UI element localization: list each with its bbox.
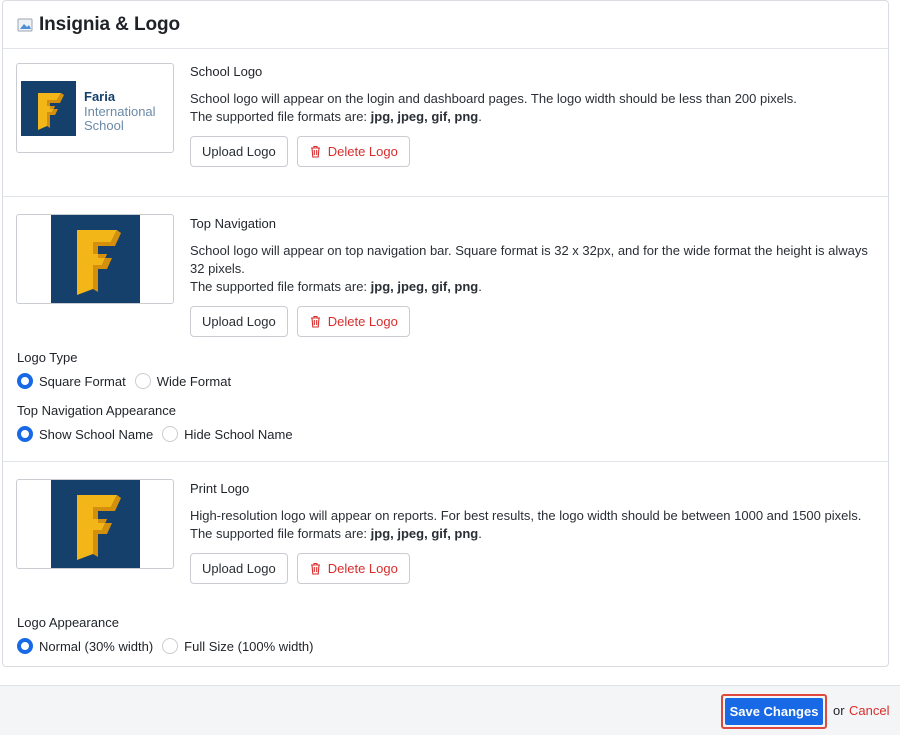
top-nav-appearance-group: Top Navigation Appearance Show School Na… <box>17 402 302 442</box>
top-nav-appearance-label: Top Navigation Appearance <box>17 403 177 418</box>
radio-wide-format[interactable]: Wide Format <box>134 373 231 389</box>
logo-text-line-2: International <box>84 104 156 119</box>
trash-icon <box>309 562 322 575</box>
upload-logo-button[interactable]: Upload Logo <box>190 136 288 167</box>
section-title: Print Logo <box>190 481 250 496</box>
section-description: High-resolution logo will appear on repo… <box>190 508 862 541</box>
save-changes-button[interactable]: Save Changes <box>725 698 823 725</box>
insignia-logo-panel: Insignia & Logo Faria International Scho… <box>2 0 889 667</box>
radio-button[interactable] <box>134 373 151 389</box>
school-logo-preview: Faria International School <box>16 63 174 153</box>
logo-type-group: Logo Type Square Format Wide Format <box>17 349 240 389</box>
upload-logo-button[interactable]: Upload Logo <box>190 553 288 584</box>
cancel-link[interactable]: Cancel <box>849 703 889 718</box>
section-description: School logo will appear on top navigatio… <box>190 243 868 294</box>
radio-button-checked[interactable] <box>17 638 33 654</box>
section-title: School Logo <box>190 64 263 79</box>
trash-icon <box>309 145 322 158</box>
radio-button-checked[interactable] <box>17 373 33 389</box>
section-description: School logo will appear on the login and… <box>190 91 797 124</box>
panel-header: Insignia & Logo <box>3 1 888 49</box>
save-button-highlight: Save Changes <box>721 694 827 729</box>
radio-button[interactable] <box>162 426 179 442</box>
radio-button[interactable] <box>162 638 179 654</box>
logo-appearance-group: Logo Appearance Normal (30% width) Full … <box>17 614 322 654</box>
radio-button-checked[interactable] <box>17 426 33 442</box>
radio-hide-school-name[interactable]: Hide School Name <box>162 426 293 442</box>
radio-square-format[interactable]: Square Format <box>17 373 126 389</box>
print-logo-section: Print Logo High-resolution logo will app… <box>3 462 888 667</box>
radio-full-size[interactable]: Full Size (100% width) <box>162 638 313 654</box>
top-navigation-section: Top Navigation School logo will appear o… <box>3 197 888 462</box>
school-logo-section: Faria International School School Logo S… <box>3 49 888 197</box>
radio-show-school-name[interactable]: Show School Name <box>17 426 153 442</box>
section-title: Top Navigation <box>190 216 276 231</box>
upload-logo-button[interactable]: Upload Logo <box>190 306 288 337</box>
page-title: Insignia & Logo <box>39 13 180 35</box>
delete-logo-button[interactable]: Delete Logo <box>296 136 410 167</box>
radio-normal-width[interactable]: Normal (30% width) <box>17 638 153 654</box>
logo-text-line-1: Faria <box>84 89 116 104</box>
top-navigation-logo-preview <box>16 214 174 304</box>
delete-logo-button[interactable]: Delete Logo <box>296 553 410 584</box>
trash-icon <box>309 315 322 328</box>
logo-text-line-3: School <box>84 118 124 133</box>
form-footer: Save Changes or Cancel <box>0 685 900 735</box>
image-icon <box>17 17 33 33</box>
logo-type-label: Logo Type <box>17 350 78 365</box>
logo-appearance-label: Logo Appearance <box>17 615 119 630</box>
or-text: or <box>833 703 845 718</box>
delete-logo-button[interactable]: Delete Logo <box>296 306 410 337</box>
print-logo-preview <box>16 479 174 569</box>
